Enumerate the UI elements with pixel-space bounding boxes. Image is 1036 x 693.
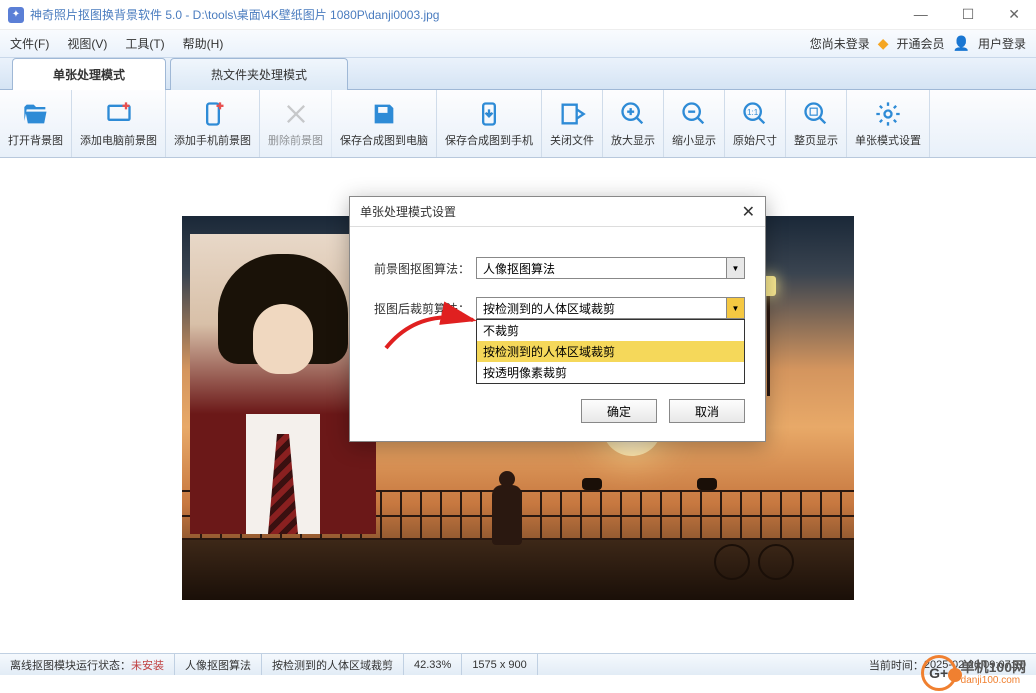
menu-help[interactable]: 帮助(H) <box>183 35 224 52</box>
save-phone-icon <box>475 100 503 128</box>
menu-tools[interactable]: 工具(T) <box>125 35 164 52</box>
delete-icon <box>282 100 310 128</box>
tool-save-pc[interactable]: 保存合成图到电脑 <box>332 90 437 157</box>
settings-dialog: 单张处理模式设置 ✕ 前景图抠图算法： 人像抠图算法 ▼ 抠图后裁剪算法： 按检… <box>349 196 766 442</box>
app-icon: ✦ <box>8 7 24 23</box>
tab-single-mode[interactable]: 单张处理模式 <box>12 58 166 90</box>
dialog-title-text: 单张处理模式设置 <box>360 203 456 220</box>
status-zoom: 42.33% <box>404 654 462 675</box>
close-file-icon <box>558 100 586 128</box>
zoom-in-icon <box>619 100 647 128</box>
status-crop: 按检测到的人体区域裁剪 <box>262 654 404 675</box>
original-size-icon: 1:1 <box>741 100 769 128</box>
gear-icon <box>874 100 902 128</box>
crop-algo-select[interactable]: 按检测到的人体区域裁剪 ▼ <box>476 297 745 319</box>
tool-add-phone-fg[interactable]: 添加手机前景图 <box>166 90 260 157</box>
user-login-link[interactable]: 用户登录 <box>978 35 1026 52</box>
dialog-close-button[interactable]: ✕ <box>742 202 755 222</box>
status-algo: 人像抠图算法 <box>175 654 262 675</box>
watermark: G+ 单机100网 danji100.com <box>921 653 1026 693</box>
chevron-down-icon: ▼ <box>726 298 744 318</box>
fg-algo-label: 前景图抠图算法： <box>370 260 470 277</box>
add-pc-icon <box>105 100 133 128</box>
tool-zoom-out[interactable]: 缩小显示 <box>664 90 725 157</box>
menu-bar: 文件(F) 视图(V) 工具(T) 帮助(H) 您尚未登录 ◆ 开通会员 👤 用… <box>0 30 1036 58</box>
mode-tabs: 单张处理模式 热文件夹处理模式 <box>0 58 1036 90</box>
status-bar: 离线抠图模块运行状态： 未安装 人像抠图算法 按检测到的人体区域裁剪 42.33… <box>0 653 1036 675</box>
status-dims: 1575 x 900 <box>462 654 537 675</box>
window-title: 神奇照片抠图换背景软件 5.0 - D:\tools\桌面\4K壁纸图片 108… <box>30 6 906 23</box>
zoom-out-icon <box>680 100 708 128</box>
maximize-button[interactable]: ☐ <box>954 4 983 25</box>
add-phone-icon <box>199 100 227 128</box>
title-bar: ✦ 神奇照片抠图换背景软件 5.0 - D:\tools\桌面\4K壁纸图片 1… <box>0 0 1036 30</box>
fg-algo-select[interactable]: 人像抠图算法 ▼ <box>476 257 745 279</box>
crop-option-alpha[interactable]: 按透明像素裁剪 <box>477 362 744 383</box>
save-pc-icon <box>370 100 398 128</box>
login-status: 您尚未登录 <box>810 35 870 52</box>
watermark-name: 单机100网 <box>961 660 1026 675</box>
diamond-icon: ◆ <box>878 35 889 52</box>
cancel-button[interactable]: 取消 <box>669 399 745 423</box>
tool-add-pc-fg[interactable]: 添加电脑前景图 <box>72 90 166 157</box>
tool-save-phone[interactable]: 保存合成图到手机 <box>437 90 542 157</box>
tool-close-file[interactable]: 关闭文件 <box>542 90 603 157</box>
crop-algo-value: 按检测到的人体区域裁剪 <box>483 300 615 317</box>
tab-folder-mode[interactable]: 热文件夹处理模式 <box>170 58 348 90</box>
tool-original-size[interactable]: 1:1 原始尺寸 <box>725 90 786 157</box>
ok-button[interactable]: 确定 <box>581 399 657 423</box>
menu-file[interactable]: 文件(F) <box>10 35 49 52</box>
minimize-button[interactable]: — <box>906 4 936 25</box>
watermark-url: danji100.com <box>961 675 1026 686</box>
crop-option-body[interactable]: 按检测到的人体区域裁剪 <box>477 341 744 362</box>
menu-view[interactable]: 视图(V) <box>67 35 107 52</box>
status-offline: 离线抠图模块运行状态： 未安装 <box>0 654 175 675</box>
open-member-link[interactable]: 开通会员 <box>897 35 945 52</box>
crop-option-none[interactable]: 不裁剪 <box>477 320 744 341</box>
tool-delete-fg: 删除前景图 <box>260 90 332 157</box>
chevron-down-icon: ▼ <box>726 258 744 278</box>
folder-open-icon <box>22 100 50 128</box>
fg-algo-value: 人像抠图算法 <box>483 260 555 277</box>
tool-zoom-in[interactable]: 放大显示 <box>603 90 664 157</box>
dialog-titlebar: 单张处理模式设置 ✕ <box>350 197 765 227</box>
crop-algo-dropdown: 不裁剪 按检测到的人体区域裁剪 按透明像素裁剪 <box>476 319 745 384</box>
crop-algo-label: 抠图后裁剪算法： <box>370 300 470 317</box>
user-icon: 👤 <box>953 35 970 52</box>
tool-fit-page[interactable]: 整页显示 <box>786 90 847 157</box>
watermark-icon: G+ <box>921 655 957 691</box>
svg-text:1:1: 1:1 <box>747 108 759 117</box>
tool-single-settings[interactable]: 单张模式设置 <box>847 90 930 157</box>
close-button[interactable]: ✕ <box>1000 4 1028 25</box>
window-controls: — ☐ ✕ <box>906 4 1028 25</box>
toolbar: 打开背景图 添加电脑前景图 添加手机前景图 删除前景图 保存合成图到电脑 保存合… <box>0 90 1036 158</box>
fit-page-icon <box>802 100 830 128</box>
tool-open-bg[interactable]: 打开背景图 <box>0 90 72 157</box>
